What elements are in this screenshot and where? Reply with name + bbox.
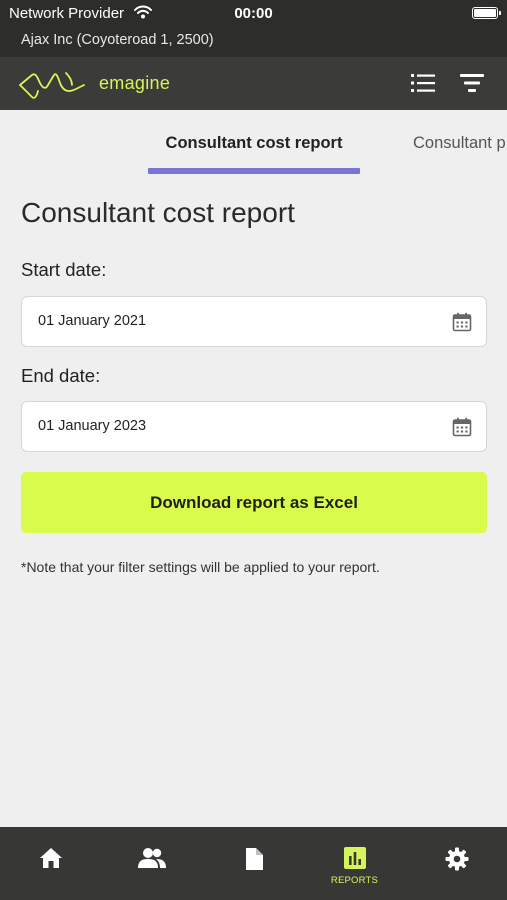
nav-home[interactable] <box>0 827 101 900</box>
company-line[interactable]: Ajax Inc (Coyoteroad 1, 2500) <box>21 32 214 48</box>
end-date-field[interactable]: 01 January 2023 <box>21 401 487 452</box>
app-logo-text: emagine <box>99 73 171 93</box>
end-date-label: End date: <box>21 365 101 386</box>
emagine-logo-icon <box>19 72 85 99</box>
battery-icon <box>472 7 501 19</box>
filter-note: *Note that your filter settings will be … <box>21 559 380 575</box>
tab-consultant-p[interactable]: Consultant p <box>413 134 506 153</box>
active-tab-indicator <box>148 168 360 174</box>
nav-reports[interactable]: REPORTS <box>304 827 405 900</box>
download-excel-button[interactable]: Download report as Excel <box>21 472 487 533</box>
nav-settings[interactable] <box>406 827 507 900</box>
filter-icon[interactable] <box>459 72 485 94</box>
status-row: Network Provider 00:00 <box>0 0 507 28</box>
gear-icon <box>445 847 468 871</box>
start-date-field[interactable]: 01 January 2021 <box>21 296 487 347</box>
list-icon[interactable] <box>410 72 436 94</box>
nav-people[interactable] <box>101 827 202 900</box>
app-header: emagine <box>0 57 507 110</box>
bottom-nav: REPORTS <box>0 827 507 900</box>
report-tabs: Consultant cost report Consultant p <box>0 110 507 176</box>
calendar-icon[interactable] <box>452 417 472 437</box>
nav-reports-label: REPORTS <box>330 875 379 886</box>
start-date-value: 01 January 2021 <box>38 313 147 329</box>
clock: 00:00 <box>234 5 273 22</box>
people-icon <box>137 848 166 868</box>
status-bar: Network Provider 00:00 Ajax Inc (Coyoter… <box>0 0 507 57</box>
start-date-label: Start date: <box>21 259 107 280</box>
document-icon <box>245 848 263 870</box>
nav-documents[interactable] <box>203 827 304 900</box>
home-icon <box>39 848 62 868</box>
calendar-icon[interactable] <box>452 312 472 332</box>
end-date-value: 01 January 2023 <box>38 418 147 434</box>
tab-consultant-cost-report[interactable]: Consultant cost report <box>148 134 360 153</box>
bar-chart-icon <box>343 847 366 869</box>
page-title: Consultant cost report <box>21 197 295 228</box>
